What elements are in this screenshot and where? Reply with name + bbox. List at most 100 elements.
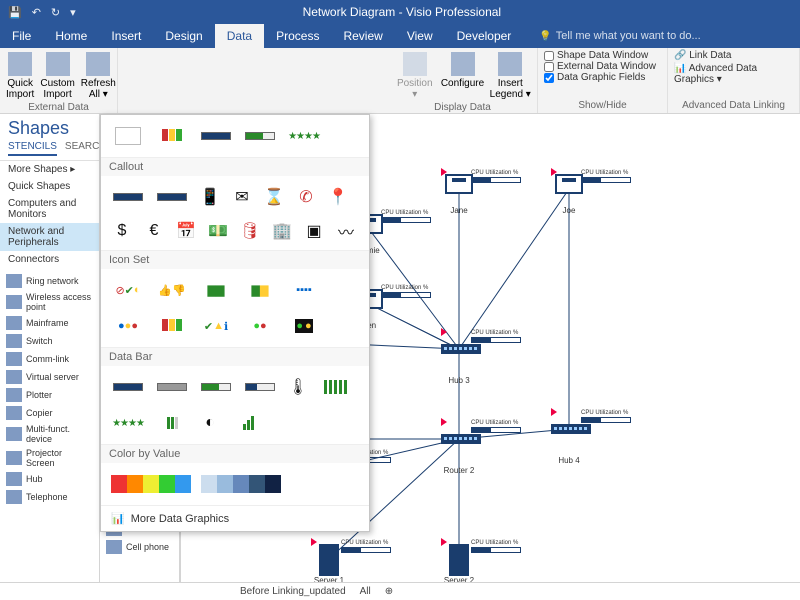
databar-item[interactable] bbox=[155, 374, 189, 400]
databar-item[interactable] bbox=[243, 374, 277, 400]
iconset-item[interactable] bbox=[155, 313, 189, 339]
stencil-quick-shapes[interactable]: Quick Shapes bbox=[0, 178, 99, 195]
filter-all[interactable]: All bbox=[360, 586, 371, 597]
shape-item[interactable]: Plotter bbox=[2, 386, 97, 404]
node-router2[interactable]: Router 2CPU Utilization % bbox=[441, 424, 477, 475]
node-server1[interactable]: Server 1CPU Utilization % bbox=[311, 544, 347, 582]
shape-item[interactable]: Virtual server bbox=[2, 368, 97, 386]
node-hub4[interactable]: Hub 4CPU Utilization % bbox=[551, 414, 587, 465]
chip-icon[interactable]: ▣ bbox=[303, 220, 325, 242]
dg-item[interactable] bbox=[155, 123, 189, 149]
chk-data-graphic-fields[interactable]: Data Graphic Fields bbox=[544, 72, 661, 83]
building-icon[interactable]: 🏢 bbox=[271, 220, 293, 242]
dg-available: ★★★★ bbox=[101, 115, 369, 157]
database-icon[interactable]: 🛢 bbox=[239, 220, 261, 242]
tab-file[interactable]: File bbox=[0, 24, 43, 48]
node-joe[interactable]: JoeCPU Utilization % bbox=[551, 174, 587, 215]
euro-icon[interactable]: € bbox=[143, 220, 165, 242]
pin-icon[interactable]: 📍 bbox=[327, 186, 349, 208]
mail-icon[interactable]: ✉ bbox=[231, 186, 253, 208]
node-server2[interactable]: Server 2CPU Utilization % bbox=[441, 544, 477, 582]
stencil-computers-monitors[interactable]: Computers and Monitors bbox=[0, 195, 99, 223]
node-hub3[interactable]: Hub 3CPU Utilization % bbox=[441, 334, 477, 385]
dg-item[interactable] bbox=[111, 123, 145, 149]
tab-design[interactable]: Design bbox=[153, 24, 214, 48]
advanced-data-graphics-button[interactable]: 📊 Advanced Data Graphics ▾ bbox=[674, 63, 793, 85]
configure-button[interactable]: Configure bbox=[442, 52, 484, 89]
databar-item[interactable] bbox=[319, 374, 353, 400]
iconset-item[interactable]: ●● bbox=[287, 313, 321, 339]
stencil-connectors[interactable]: Connectors bbox=[0, 251, 99, 268]
iconset-item[interactable]: ●● bbox=[243, 313, 277, 339]
tab-stencils[interactable]: STENCILS bbox=[8, 141, 57, 156]
stencil-network-peripherals[interactable]: Network and Peripherals bbox=[0, 223, 99, 251]
tab-data[interactable]: Data bbox=[215, 24, 264, 48]
money-icon[interactable]: 💵 bbox=[207, 220, 229, 242]
shape-item[interactable]: Copier bbox=[2, 404, 97, 422]
dg-item[interactable] bbox=[199, 123, 233, 149]
shape-item[interactable]: Cell phone bbox=[102, 538, 177, 556]
shape-item[interactable]: Switch bbox=[2, 332, 97, 350]
quick-import-button[interactable]: Quick Import bbox=[6, 52, 34, 100]
node-jane[interactable]: JaneCPU Utilization % bbox=[441, 174, 477, 215]
custom-import-button[interactable]: Custom Import bbox=[40, 52, 74, 100]
iconset-item[interactable]: ▇▇ bbox=[243, 277, 277, 303]
group-label: Show/Hide bbox=[544, 98, 661, 111]
hourglass-icon[interactable]: ⌛ bbox=[263, 186, 285, 208]
tab-insert[interactable]: Insert bbox=[99, 24, 153, 48]
phone-receiver-icon[interactable]: ✆ bbox=[295, 186, 317, 208]
color-scale[interactable] bbox=[111, 471, 191, 497]
position-button[interactable]: Position ▾ bbox=[394, 52, 436, 100]
iconset-item[interactable]: ✔▲ℹ bbox=[199, 313, 233, 339]
shape-item[interactable]: Hub bbox=[2, 470, 97, 488]
chk-shape-data-window[interactable]: Shape Data Window bbox=[544, 50, 661, 61]
color-scale[interactable] bbox=[201, 471, 281, 497]
iconset-item[interactable]: ▪▪▪▪ bbox=[287, 277, 321, 303]
shape-item[interactable]: Wireless access point bbox=[2, 290, 97, 314]
chk-external-data-window[interactable]: External Data Window bbox=[544, 61, 661, 72]
redo-icon[interactable]: ↻ bbox=[51, 6, 60, 19]
databar-item[interactable]: ★★★★ bbox=[111, 410, 145, 436]
dollar-icon[interactable]: $ bbox=[111, 220, 133, 242]
shape-item[interactable]: Mainframe bbox=[2, 314, 97, 332]
save-icon[interactable]: 💾 bbox=[8, 6, 22, 19]
calendar-icon[interactable]: 📅 bbox=[175, 220, 197, 242]
shape-item[interactable]: Multi-funct. device bbox=[2, 422, 97, 446]
databar-item[interactable] bbox=[231, 410, 265, 436]
link-data-button[interactable]: 🔗 Link Data bbox=[674, 50, 793, 61]
insert-legend-button[interactable]: Insert Legend ▾ bbox=[490, 52, 532, 100]
databar-item[interactable] bbox=[111, 374, 145, 400]
undo-icon[interactable]: ↶ bbox=[32, 6, 41, 19]
add-sheet-button[interactable]: ⊕ bbox=[385, 586, 393, 597]
dg-item[interactable]: ★★★★ bbox=[287, 123, 321, 149]
iconset-item[interactable]: ▇▇ bbox=[199, 277, 233, 303]
tab-review[interactable]: Review bbox=[331, 24, 394, 48]
databar-item[interactable] bbox=[199, 374, 233, 400]
shape-item[interactable]: Projector Screen bbox=[2, 446, 97, 470]
sheet-tab[interactable]: Before Linking_updated bbox=[240, 586, 346, 597]
refresh-all-button[interactable]: Refresh All ▾ bbox=[81, 52, 116, 100]
iconset-item[interactable]: 👍👎 bbox=[155, 277, 189, 303]
phone-icon[interactable]: 📱 bbox=[199, 186, 221, 208]
databar-item[interactable] bbox=[155, 410, 189, 436]
iconset-item[interactable]: ⊘✔◐ bbox=[111, 277, 145, 303]
qat-more-icon[interactable]: ▾ bbox=[70, 6, 76, 19]
tab-home[interactable]: Home bbox=[43, 24, 99, 48]
gauge-icon[interactable]: ◐ bbox=[199, 412, 221, 434]
group-label: External Data bbox=[6, 100, 111, 113]
callout-item[interactable] bbox=[155, 184, 189, 210]
shape-item[interactable]: Comm-link bbox=[2, 350, 97, 368]
tell-me-field[interactable]: Tell me what you want to do... bbox=[523, 24, 800, 48]
iconset-item[interactable]: ●●● bbox=[111, 313, 145, 339]
shape-item[interactable]: Telephone bbox=[2, 488, 97, 506]
shape-item[interactable]: Ring network bbox=[2, 272, 97, 290]
tab-developer[interactable]: Developer bbox=[445, 24, 524, 48]
callout-item[interactable] bbox=[111, 184, 145, 210]
tab-view[interactable]: View bbox=[395, 24, 445, 48]
dg-item[interactable] bbox=[243, 123, 277, 149]
thermometer-icon[interactable]: 🌡 bbox=[287, 376, 309, 398]
more-data-graphics[interactable]: More Data Graphics bbox=[101, 505, 369, 531]
stencil-more-shapes[interactable]: More Shapes ▸ bbox=[0, 161, 99, 178]
pulse-icon[interactable]: 〰 bbox=[335, 220, 357, 242]
tab-process[interactable]: Process bbox=[264, 24, 331, 48]
